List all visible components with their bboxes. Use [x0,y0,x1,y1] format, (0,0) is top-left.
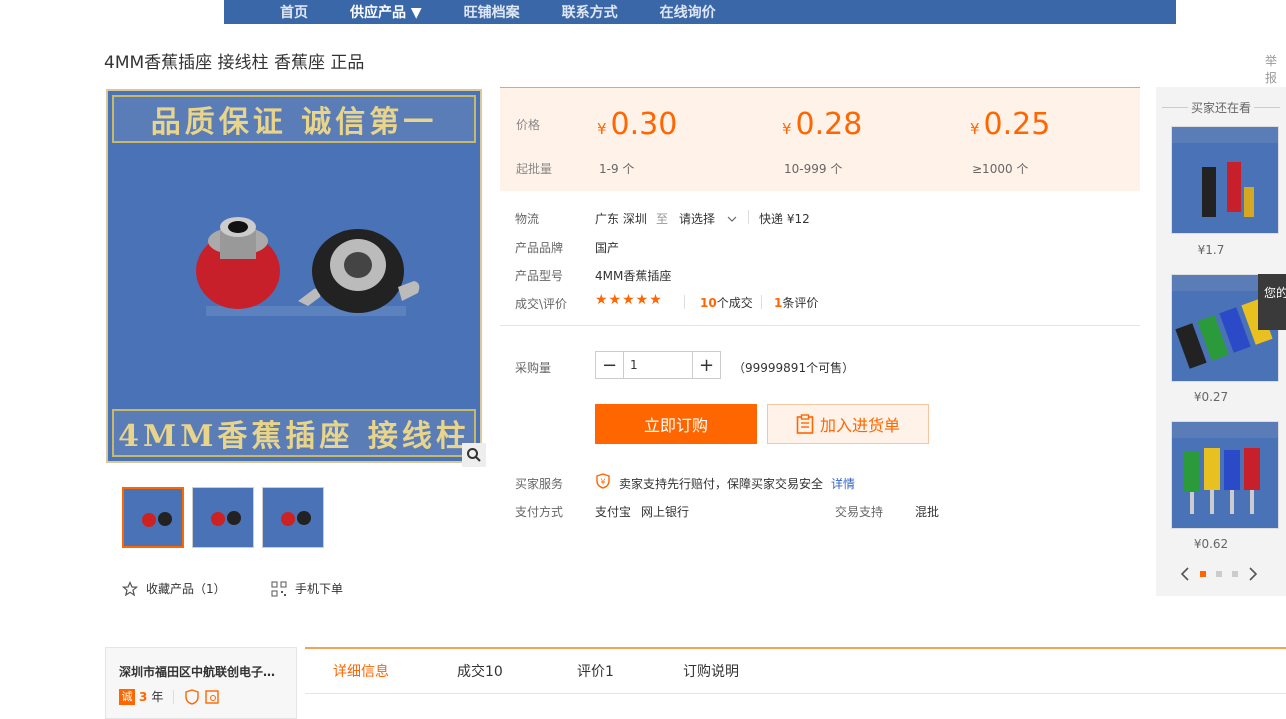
add-to-cart-button[interactable]: 加入进货单 [767,404,929,444]
service-detail-link[interactable]: 详情 [831,475,855,492]
trade-support-label: 交易支持 [835,505,884,519]
pager-dot-1[interactable] [1200,571,1206,577]
shield-icon: ¥ [596,473,610,489]
pager-dot-3[interactable] [1232,571,1238,577]
pager-dot-2[interactable] [1216,571,1222,577]
mobile-order-label: 手机下单 [295,582,344,596]
detail-tabs: 详细信息 成交10 评价1 订购说明 [305,647,1286,694]
nav-inquiry[interactable]: 在线询价 [660,2,716,22]
thumbnail-strip [122,487,324,548]
sidebar-pager [1180,566,1258,582]
chevron-left-icon[interactable] [1180,566,1190,582]
review-count[interactable]: 1条评价 [774,294,818,311]
min-qty-label: 起批量 [516,162,553,176]
tab-order-notes[interactable]: 订购说明 [683,661,739,681]
image-banner-bottom: 4MM香蕉插座 接线柱 [112,409,476,457]
brand-label: 产品品牌 [515,241,564,255]
star-outline-icon [122,580,138,596]
report-link[interactable]: 举报 [1265,52,1286,86]
qty-tier-2: 10-999 个 [784,162,843,176]
chevron-right-icon[interactable] [1248,566,1258,582]
top-nav: 首页 供应产品 ▼ 旺铺档案 联系方式 在线询价 [224,0,1176,24]
favorite-product[interactable]: 收藏产品（1） [122,580,226,597]
brand-value: 国产 [595,241,620,255]
payment-alipay: 支付宝 [595,505,632,519]
tab-details[interactable]: 详细信息 [333,661,389,681]
company-years-suffix: 年 [151,690,164,704]
service-text: 卖家支持先行赔付，保障买家交易安全 [619,477,824,491]
nav-home[interactable]: 首页 [280,2,308,22]
qty-tier-3: ≥1000 个 [972,162,1029,176]
service-label: 买家服务 [515,477,564,491]
also-viewed-price-3: ¥0.62 [1193,537,1229,551]
rating-stars: ★★★★★ [595,292,663,308]
deals-label: 成交\评价 [515,297,568,311]
buy-now-button[interactable]: 立即订购 [595,404,757,444]
qty-tier-1: 1-9 个 [599,162,635,176]
logistics-label: 物流 [515,212,540,226]
mobile-order[interactable]: 手机下单 [271,580,343,597]
banana-socket-illustration [196,217,420,316]
payment-bank: 网上银行 [641,505,690,519]
also-viewed-price-1: ¥1.7 [1197,243,1225,257]
express-fee: 快递 ¥12 [759,212,810,226]
guarantee-icon [185,688,200,705]
also-viewed-item-3[interactable] [1171,421,1279,529]
price-tier-2: ¥0.28 [782,107,863,142]
qrcode-icon [271,581,287,596]
model-label: 产品型号 [515,269,564,283]
chevron-down-icon [727,216,737,222]
integrity-icon: 诚 [119,688,135,705]
certificate-icon [205,689,220,704]
model-value: 4MM香蕉插座 [595,269,672,283]
available-stock: （99999891个可售） [733,361,855,375]
thumbnail-3[interactable] [262,487,324,548]
product-title: 4MM香蕉插座 接线柱 香蕉座 正品 [104,53,365,73]
decrease-button[interactable]: − [596,352,623,378]
company-years: 3 [139,689,148,704]
thumbnail-1[interactable] [122,487,184,548]
company-badges: 诚 3 年 [119,688,220,705]
deal-count[interactable]: 10个成交 [700,294,753,311]
svg-text:¥: ¥ [600,478,605,487]
quantity-stepper: − + [595,351,721,379]
destination-select[interactable]: 请选择 [679,210,737,227]
also-viewed-item-1[interactable] [1171,126,1279,234]
payment-label: 支付方式 [515,505,564,519]
nav-products[interactable]: 供应产品 ▼ [350,2,422,22]
thumbnail-2[interactable] [192,487,254,548]
purchase-qty-label: 采购量 [515,361,552,375]
trade-support-value: 混批 [915,505,940,519]
quantity-input[interactable] [623,352,693,378]
price-label: 价格 [516,118,541,132]
add-to-cart-label: 加入进货单 [819,416,900,435]
favorite-label: 收藏产品（1） [146,582,226,596]
price-panel: 价格 起批量 ¥0.30 ¥0.28 ¥0.25 1-9 个 10-999 个 … [500,87,1140,191]
zoom-icon[interactable] [462,443,486,467]
nav-contact[interactable]: 联系方式 [562,2,618,22]
tab-deals[interactable]: 成交10 [457,661,503,681]
nav-profile[interactable]: 旺铺档案 [464,2,520,22]
also-viewed-sidebar: 买家还在看 ¥1.7 ¥0.27 ¥0.62 [1156,87,1286,596]
logistics-from: 广东 深圳 [595,212,647,226]
increase-button[interactable]: + [693,352,720,378]
section-divider [500,325,1140,326]
also-viewed-price-2: ¥0.27 [1193,390,1229,404]
tab-reviews[interactable]: 评价1 [577,661,614,681]
price-tier-1: ¥0.30 [597,107,678,142]
also-viewed-title: 买家还在看 [1156,99,1286,116]
price-tier-3: ¥0.25 [970,107,1051,142]
company-card: 深圳市福田区中航联创电子… 诚 3 年 [105,647,297,719]
company-name[interactable]: 深圳市福田区中航联创电子… [119,663,287,680]
clipboard-icon [796,414,814,434]
floating-tab[interactable]: 您的 [1258,274,1286,330]
logistics-to-word: 至 [656,212,669,226]
product-main-image[interactable]: 品质保证 诚信第一 4MM香蕉插座 接线柱 [106,89,482,463]
